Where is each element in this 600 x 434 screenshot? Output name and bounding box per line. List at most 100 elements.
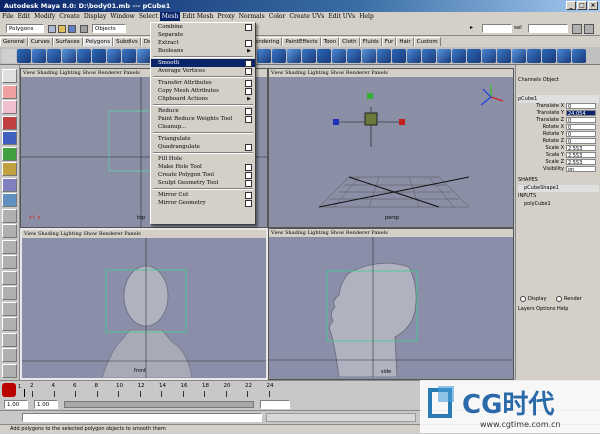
menu-item-average-vertices[interactable]: Average Vertices	[151, 67, 255, 75]
channel-row-translate-z[interactable]: Translate Z0	[518, 117, 598, 124]
option-box-icon[interactable]	[245, 80, 252, 87]
single-perspective-layout-icon[interactable]	[2, 208, 17, 223]
four-view-layout-icon[interactable]	[2, 224, 17, 238]
menu-item-smooth[interactable]: Smooth	[151, 59, 255, 67]
save-scene-icon[interactable]	[68, 25, 76, 33]
close-button[interactable]: ×	[588, 1, 598, 10]
menu-create[interactable]: Create	[57, 12, 82, 21]
reduce-icon[interactable]	[317, 49, 331, 63]
menu-item-quadrangulate[interactable]: Quadrangulate	[151, 143, 255, 151]
option-box-icon[interactable]	[245, 116, 252, 123]
menu-item-triangulate[interactable]: Triangulate	[151, 135, 255, 143]
poly-cylinder-icon[interactable]	[32, 49, 46, 63]
channel-value[interactable]: 2.553	[566, 145, 596, 152]
attribute-editor-toggle-icon[interactable]	[584, 24, 594, 34]
current-frame-marker[interactable]	[24, 389, 25, 397]
option-box-icon[interactable]	[245, 180, 252, 187]
option-box-icon[interactable]	[245, 108, 252, 115]
viewport-persp[interactable]: View Shading Lighting Show Renderer Pane…	[268, 68, 514, 228]
uv-planar-icon[interactable]	[377, 49, 391, 63]
select-tool-icon[interactable]	[2, 69, 17, 83]
channel-box-object-name[interactable]: pCube1	[518, 95, 599, 103]
shelf-tab-custom[interactable]: Custom	[413, 37, 441, 46]
soft-mod-icon[interactable]	[2, 177, 17, 192]
shelf-tab-polygons[interactable]: Polygons	[82, 37, 114, 46]
rotate-tool-icon[interactable]	[2, 131, 17, 145]
channel-row-rotate-x[interactable]: Rotate X0	[518, 124, 598, 131]
viewport-side[interactable]: View Shading Lighting Show Renderer Pane…	[268, 228, 514, 380]
shelf-tab-cloth[interactable]: Cloth	[339, 37, 360, 46]
channel-box-toggle-icon[interactable]	[572, 24, 582, 34]
menu-item-copy-mesh-attributes[interactable]: Copy Mesh Attributes	[151, 87, 255, 95]
menu-item-extract[interactable]: Extract	[151, 39, 255, 47]
outliner-layout-icon[interactable]	[2, 286, 17, 300]
menu-color[interactable]: Color	[267, 12, 288, 21]
render-radio[interactable]	[556, 296, 562, 302]
option-box-icon[interactable]	[245, 68, 252, 75]
shelf-tab-general[interactable]: General	[0, 37, 28, 46]
fill-hole-icon[interactable]	[542, 49, 556, 63]
menu-mesh[interactable]: Mesh	[159, 12, 181, 21]
menu-normals[interactable]: Normals	[237, 12, 267, 21]
menu-file[interactable]: File	[0, 12, 16, 21]
channel-value[interactable]: 2.553	[566, 152, 596, 159]
option-box-icon[interactable]	[245, 88, 252, 95]
append-icon[interactable]	[122, 49, 136, 63]
range-start-field[interactable]: 1.00	[4, 400, 28, 409]
menu-edit-uvs[interactable]: Edit UVs	[326, 12, 357, 21]
menu-item-paint-reduce-weights-tool[interactable]: Paint Reduce Weights Tool	[151, 115, 255, 123]
uv-editor-icon[interactable]	[437, 49, 451, 63]
menu-item-mirror-cut[interactable]: Mirror Cut	[151, 191, 255, 199]
input-line-field[interactable]	[482, 24, 512, 33]
menu-select[interactable]: Select	[137, 12, 160, 21]
channel-value[interactable]: 24.054	[566, 110, 596, 117]
script-editor-layout-icon[interactable]	[2, 348, 17, 362]
channel-value[interactable]: 0	[566, 131, 596, 138]
extrude-icon[interactable]	[92, 49, 106, 63]
menu-proxy[interactable]: Proxy	[215, 12, 236, 21]
viewport-menu-side[interactable]: View Shading Lighting Show Renderer Pane…	[269, 229, 513, 237]
menu-create-uvs[interactable]: Create UVs	[287, 12, 326, 21]
range-inner-start-field[interactable]: 1.00	[34, 400, 58, 409]
new-scene-icon[interactable]	[48, 25, 56, 33]
poly-torus-icon[interactable]	[77, 49, 91, 63]
menu-modify[interactable]: Modify	[32, 12, 57, 21]
uv-cylindrical-icon[interactable]	[392, 49, 406, 63]
menu-item-mirror-geometry[interactable]: Mirror Geometry	[151, 199, 255, 207]
channel-row-scale-y[interactable]: Scale Y 2.553	[518, 152, 598, 159]
command-input[interactable]	[22, 413, 262, 422]
menu-edit[interactable]: Edit	[16, 12, 33, 21]
poly-cone-icon[interactable]	[47, 49, 61, 63]
option-box-icon[interactable]	[245, 192, 252, 199]
sculpt-icon[interactable]	[572, 49, 586, 63]
maximize-button[interactable]: □	[577, 1, 587, 10]
viewport-front[interactable]: View Shading Lighting Show Renderer Pane…	[20, 228, 268, 380]
viewport-menu-persp[interactable]: View Shading Lighting Show Renderer Pane…	[269, 69, 513, 77]
reverse-icon[interactable]	[512, 49, 526, 63]
menu-item-create-polygon-tool[interactable]: Create Polygon Tool	[151, 171, 255, 179]
bridge-icon[interactable]	[107, 49, 121, 63]
shelf-tab-surfaces[interactable]: Surfaces	[52, 37, 83, 46]
channel-row-translate-y[interactable]: Translate Y 24.054	[518, 110, 598, 117]
range-end-field[interactable]	[260, 400, 290, 409]
channel-value[interactable]: on	[566, 166, 596, 173]
uv-project-icon[interactable]	[362, 49, 376, 63]
channel-row-scale-z[interactable]: Scale Z 2.553	[518, 159, 598, 166]
menu-item-combine[interactable]: Combine	[151, 23, 255, 31]
mirror-icon[interactable]	[272, 49, 286, 63]
move-tool-icon[interactable]	[2, 115, 17, 130]
option-box-icon[interactable]	[245, 200, 252, 207]
menu-item-clipboard-actions[interactable]: Clipboard Actions ▶	[151, 95, 255, 103]
menu-item-separate[interactable]: Separate	[151, 31, 255, 39]
menu-edit-mesh[interactable]: Edit Mesh	[180, 12, 215, 21]
channel-row-scale-x[interactable]: Scale X 2.553	[518, 145, 598, 152]
cut-face-icon[interactable]	[302, 49, 316, 63]
channel-value[interactable]: 2.553	[566, 159, 596, 166]
poly-cube-icon[interactable]	[17, 49, 31, 63]
viewport-menu-front[interactable]: View Shading Lighting Show Renderer Pane…	[22, 230, 266, 238]
menu-item-cleanup[interactable]: Cleanup...	[151, 123, 255, 131]
channel-row-translate-x[interactable]: Translate X0	[518, 103, 598, 110]
soften-icon[interactable]	[467, 49, 481, 63]
menu-item-sculpt-geometry-tool[interactable]: Sculpt Geometry Tool	[151, 179, 255, 187]
triangulate-icon[interactable]	[332, 49, 346, 63]
